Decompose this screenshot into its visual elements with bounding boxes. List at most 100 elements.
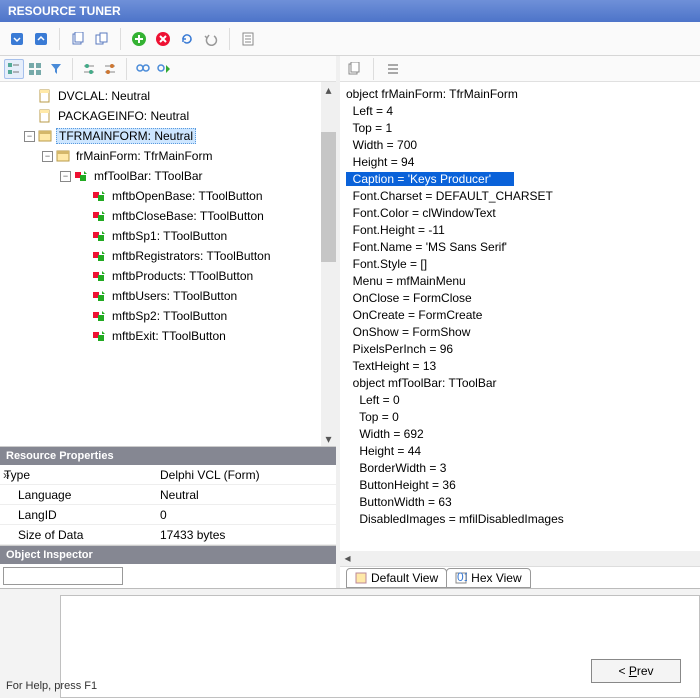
expand-toggle-icon[interactable]: − [24,131,35,142]
tab-default-view[interactable]: Default View [346,568,447,588]
code-line: Font.Color = clWindowText [346,205,694,222]
tree-node[interactable]: mftbCloseBase: TToolButton [0,206,336,226]
tree-node[interactable]: mftbRegistrators: TToolButton [0,246,336,266]
property-row[interactable]: TypeDelphi VCL (Form) [0,465,336,485]
tree-node[interactable]: mftbSp1: TToolButton [0,226,336,246]
code-line: Top = 1 [346,120,694,137]
footer-content-area: < Prev [60,595,700,698]
tree-node-label: frMainForm: TfrMainForm [74,148,214,164]
tree-node[interactable]: mftbUsers: TToolButton [0,286,336,306]
slider1-icon[interactable] [79,59,99,79]
toolbar-separator [120,28,121,50]
tree-node-label: TFRMAINFORM: Neutral [56,128,196,144]
tree-node[interactable]: mftbExit: TToolButton [0,326,336,346]
tree-view-icon[interactable] [4,59,24,79]
refresh-icon[interactable] [176,28,198,50]
scroll-left-icon[interactable]: ◂ [340,551,355,566]
file-icon [38,109,52,123]
arrow-down-icon[interactable] [6,28,28,50]
tree-node-label: DVCLAL: Neutral [56,88,152,104]
code-view[interactable]: object frMainForm: TfrMainForm Left = 4 … [340,82,700,566]
view-tabs: Default View 01 Hex View [340,566,700,588]
status-bar-text: For Help, press F1 [6,680,97,698]
code-line: Menu = mfMainMenu [346,273,694,290]
toolbar-separator [373,58,374,80]
comp-icon [92,229,106,243]
lines-icon[interactable] [383,59,403,79]
tree-node[interactable]: mftbProducts: TToolButton [0,266,336,286]
toolbar-separator [229,28,230,50]
copy-code-icon[interactable] [344,59,364,79]
comp-icon [92,289,106,303]
code-line: Caption = 'Keys Producer' [346,171,694,188]
property-row[interactable]: LanguageNeutral [0,485,336,505]
property-value: 0 [160,508,336,522]
resource-tree[interactable]: DVCLAL: NeutralPACKAGEINFO: Neutral−TFRM… [0,82,336,377]
find-icon[interactable] [133,59,153,79]
code-line: Font.Height = -11 [346,222,694,239]
slider2-icon[interactable] [100,59,120,79]
toolbar-separator [72,58,73,80]
toolbar-separator [59,28,60,50]
tree-node[interactable]: mftbOpenBase: TToolButton [0,186,336,206]
tree-node[interactable]: PACKAGEINFO: Neutral [0,106,336,126]
main-toolbar [0,22,700,56]
code-line: Font.Style = [] [346,256,694,273]
properties-table: TypeDelphi VCL (Form)LanguageNeutralLang… [0,465,336,545]
tree-node[interactable]: − frMainForm: TfrMainForm [0,146,336,166]
tree-node-label: mftbSp2: TToolButton [110,308,229,324]
property-row[interactable]: LangID0 [0,505,336,525]
toolbar-separator [126,58,127,80]
properties-header: Resource Properties [0,447,336,465]
properties-icon[interactable] [237,28,259,50]
code-line: OnClose = FormClose [346,290,694,307]
property-key: Type [0,468,160,482]
code-line: TextHeight = 13 [346,358,694,375]
find-next-icon[interactable] [154,59,174,79]
property-key: Size of Data [0,528,160,542]
code-line: Width = 700 [346,137,694,154]
tree-node[interactable]: − mfToolBar: TToolBar [0,166,336,186]
comp-icon [92,269,106,283]
inspector-combo[interactable] [3,567,123,585]
scroll-up-icon[interactable]: ▴ [321,82,336,97]
property-row[interactable]: Size of Data17433 bytes [0,525,336,545]
tree-node[interactable]: mftbSp2: TToolButton [0,306,336,326]
tree-node[interactable]: DVCLAL: Neutral [0,86,336,106]
add-green-icon[interactable] [128,28,150,50]
filter-icon[interactable] [46,59,66,79]
delete-red-icon[interactable] [152,28,174,50]
property-key: LangID [0,508,160,522]
tree-node[interactable]: − TFRMAINFORM: Neutral [0,126,336,146]
code-line: Width = 692 [346,426,694,443]
prev-button[interactable]: < Prev [591,659,681,683]
arrow-up-icon[interactable] [30,28,52,50]
copy-multi-icon[interactable] [91,28,113,50]
code-line: ButtonHeight = 36 [346,477,694,494]
expand-toggle-icon[interactable]: − [42,151,53,162]
form-icon [38,129,52,143]
svg-text:01: 01 [457,572,467,584]
file-icon [38,89,52,103]
scroll-thumb[interactable] [321,132,336,262]
code-line: DisabledImages = mfilDisabledImages [346,511,694,528]
tab-hex-view[interactable]: 01 Hex View [446,568,530,588]
tree-node-label: mfToolBar: TToolBar [92,168,205,184]
property-value: Neutral [160,488,336,502]
undo-icon[interactable] [200,28,222,50]
grid-view-icon[interactable] [25,59,45,79]
code-line: Font.Name = 'MS Sans Serif' [346,239,694,256]
copy-icon[interactable] [67,28,89,50]
scroll-down-icon[interactable]: ▾ [321,431,336,446]
tree-node-label: mftbUsers: TToolButton [110,288,239,304]
code-line: OnShow = FormShow [346,324,694,341]
code-line: Left = 4 [346,103,694,120]
expand-toggle-icon[interactable]: − [60,171,71,182]
comp-icon [74,169,88,183]
form-icon [56,149,70,163]
tree-scrollbar-vertical[interactable]: ▴ ▾ [321,82,336,446]
code-line: ButtonWidth = 63 [346,494,694,511]
code-line: object mfToolBar: TToolBar [346,375,694,392]
code-scrollbar-horizontal[interactable]: ◂ [340,551,700,566]
comp-icon [92,329,106,343]
